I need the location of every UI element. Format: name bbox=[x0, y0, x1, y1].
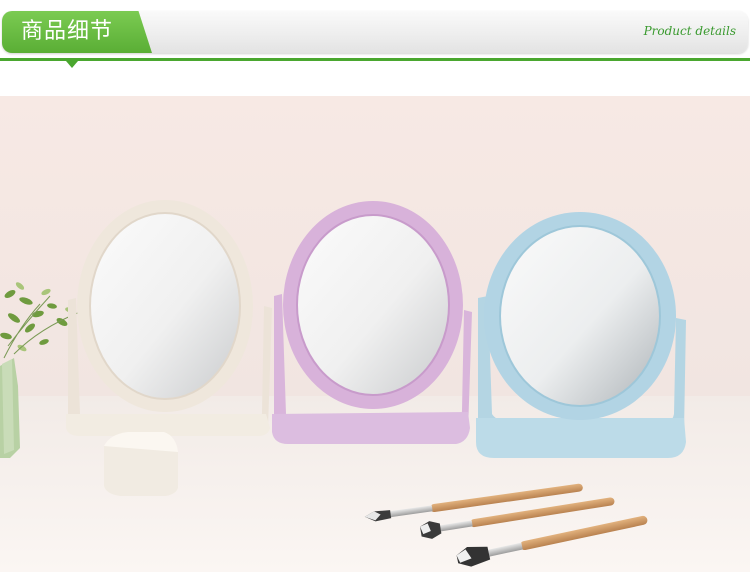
makeup-sponge bbox=[104, 432, 178, 496]
header-divider bbox=[0, 58, 750, 61]
section-header: 商品细节 Product details bbox=[0, 0, 750, 78]
section-title: 商品细节 bbox=[21, 19, 114, 44]
header-pointer-icon bbox=[66, 61, 78, 68]
product-photo bbox=[0, 96, 750, 572]
section-subtitle: Product details bbox=[643, 24, 736, 38]
title-tab: 商品细节 bbox=[2, 11, 152, 53]
product-details-page: 商品细节 Product details bbox=[0, 0, 750, 588]
